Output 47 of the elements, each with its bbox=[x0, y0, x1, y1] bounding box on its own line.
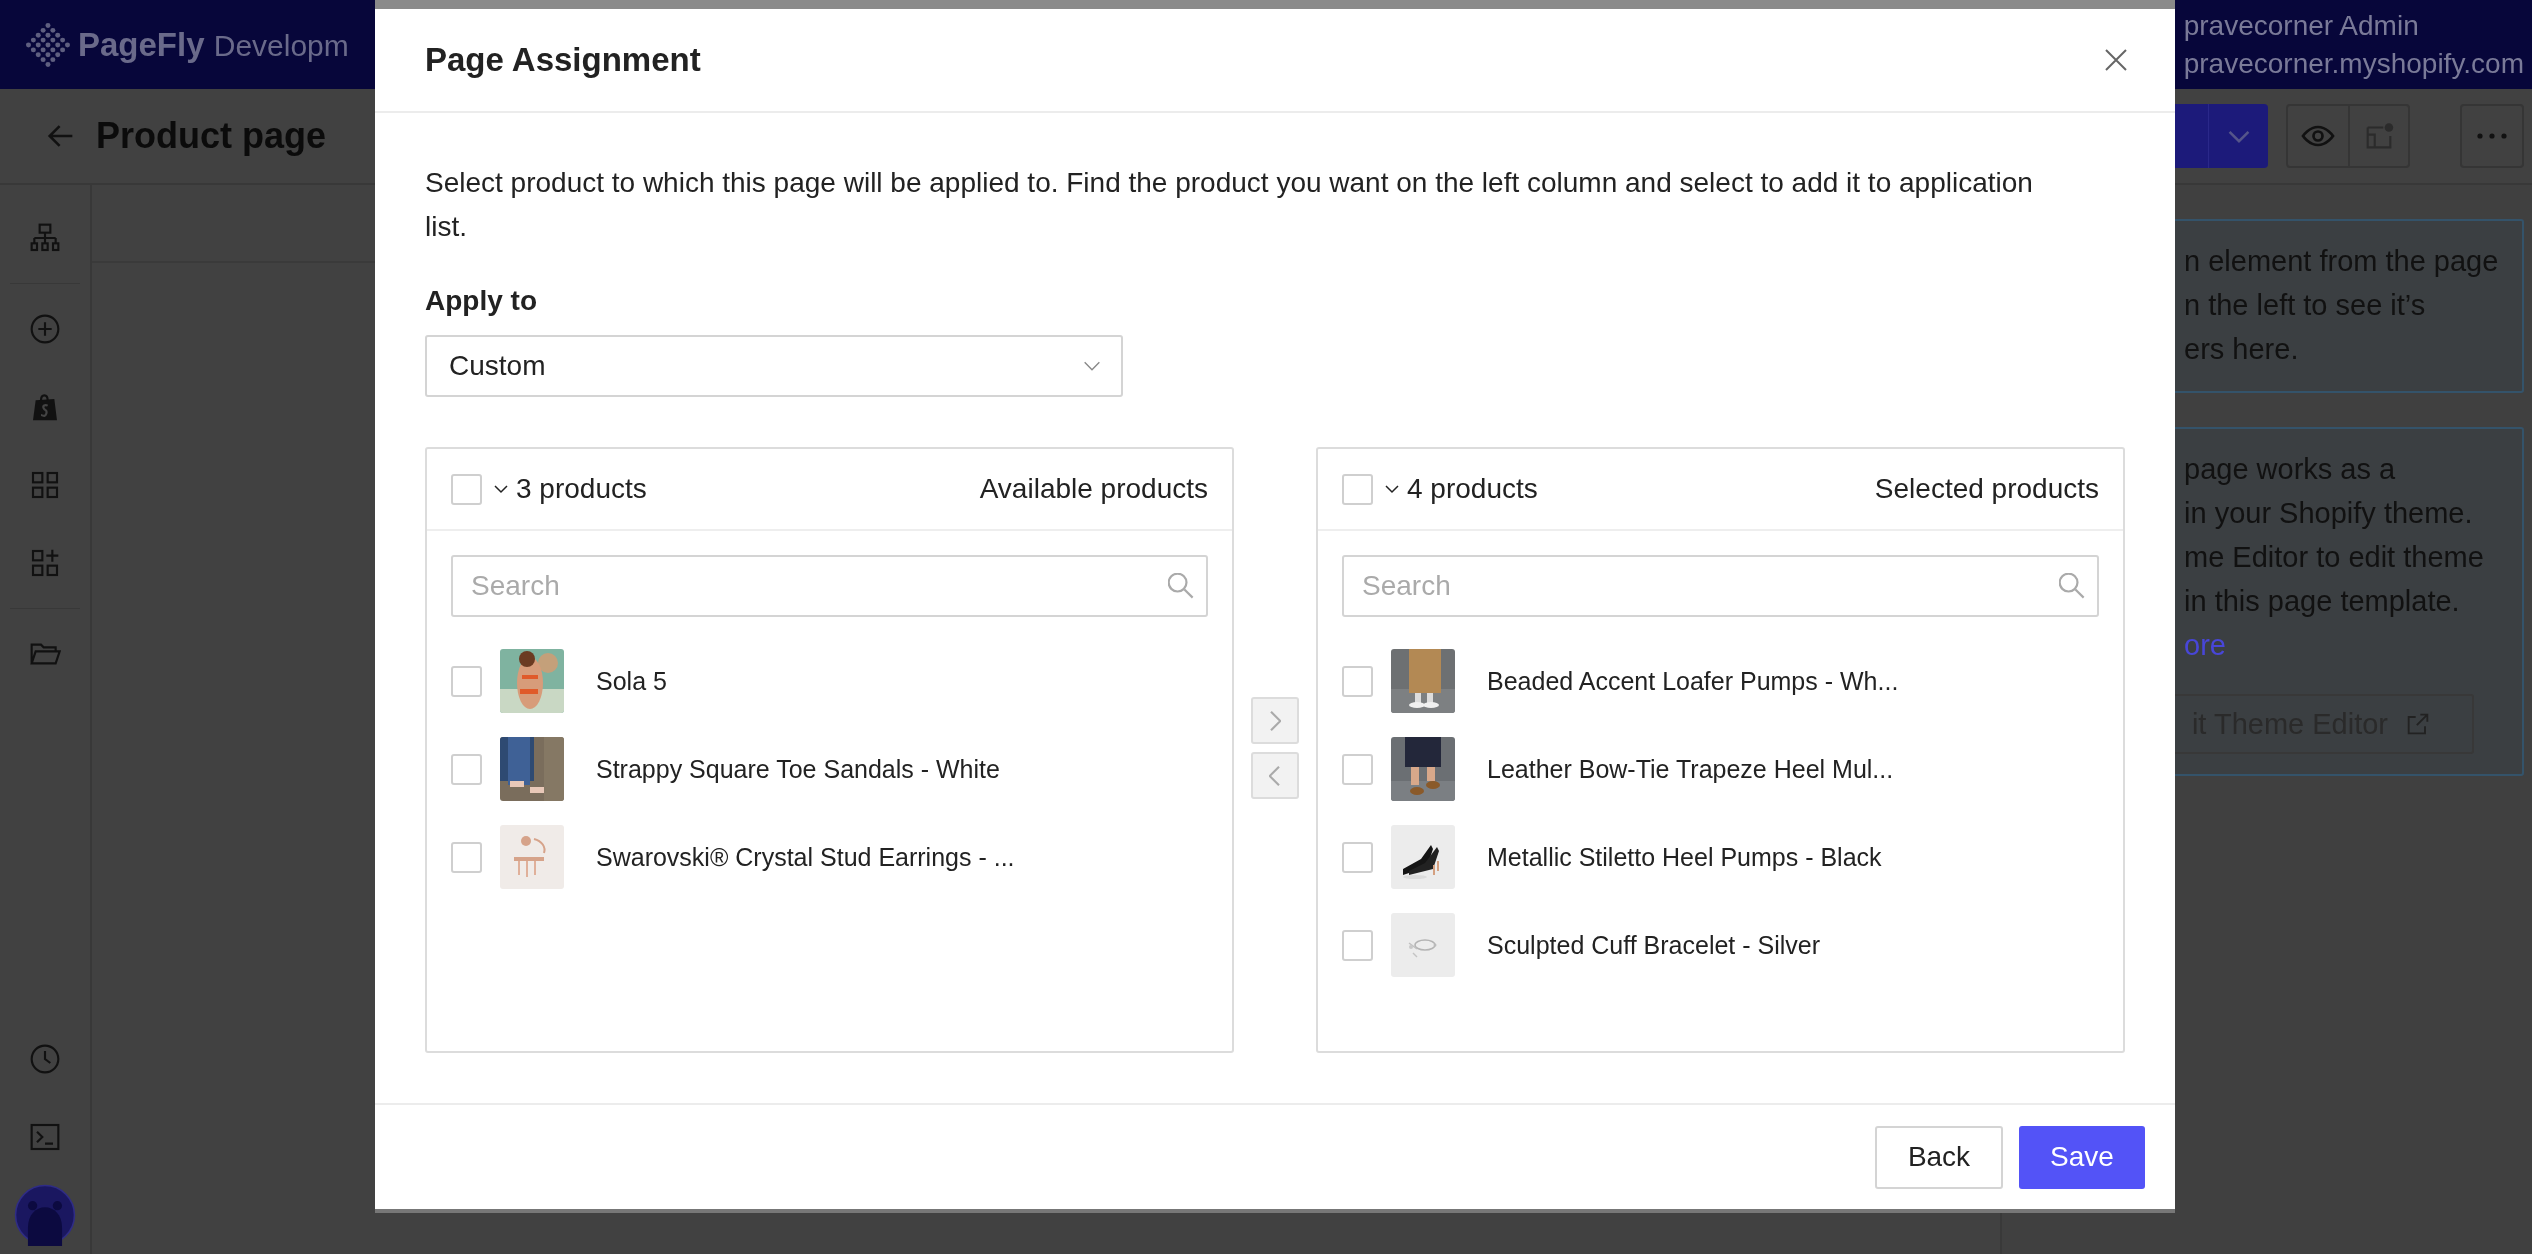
account-name: pravecorner Admin bbox=[2183, 8, 2420, 43]
list-title: Selected products bbox=[1874, 473, 2099, 505]
product-name: Swarovski® Crystal Stud Earrings - ... bbox=[596, 842, 1015, 872]
account-domain: pravecorner.myshopify.com bbox=[2183, 46, 2524, 81]
checkbox[interactable] bbox=[451, 665, 482, 697]
product-name: Strappy Square Toe Sandals - White bbox=[596, 754, 1000, 784]
search-icon bbox=[2059, 573, 2085, 599]
clock-icon bbox=[29, 1043, 61, 1075]
description-text: Select product to which this page will be applied to. Find the product you want on the left column and select to add it to application list. bbox=[425, 166, 2034, 244]
add-icon bbox=[29, 313, 61, 345]
product-name: Leather Bow-Tie Trapeze Heel Mul... bbox=[1487, 754, 1894, 784]
more-icon bbox=[2475, 131, 2509, 141]
dialog-title: Page Assignment bbox=[425, 41, 701, 79]
caret-icon bbox=[2227, 129, 2250, 143]
count-dropdown[interactable]: 3 products bbox=[492, 473, 647, 505]
product-name: Beaded Accent Loafer Pumps - Wh... bbox=[1487, 666, 1899, 696]
back-button[interactable]: Back bbox=[1875, 1125, 2003, 1189]
chevron-right-icon bbox=[1269, 709, 1281, 732]
checkbox[interactable] bbox=[451, 753, 482, 785]
sitemap-icon bbox=[29, 222, 61, 254]
product-name: Metallic Stiletto Heel Pumps - Black bbox=[1487, 842, 1882, 872]
logo-text: PageFly Developm bbox=[78, 25, 349, 64]
search-icon bbox=[1168, 573, 1194, 599]
product-name: Sculpted Cuff Bracelet - Silver bbox=[1487, 930, 1821, 960]
avatar-icon[interactable] bbox=[14, 1184, 76, 1246]
checkbox[interactable] bbox=[1342, 473, 1373, 505]
search-field[interactable]: Search bbox=[1342, 555, 2099, 617]
checkbox[interactable] bbox=[451, 473, 482, 505]
search-field[interactable]: Search bbox=[451, 555, 1208, 617]
apply-to-dropdown[interactable]: Custom bbox=[425, 335, 1123, 397]
checkbox[interactable] bbox=[451, 841, 482, 873]
count-dropdown[interactable]: 4 products bbox=[1383, 473, 1538, 505]
checkbox[interactable] bbox=[1342, 841, 1373, 873]
checkbox[interactable] bbox=[1342, 665, 1373, 697]
checkbox[interactable] bbox=[1342, 929, 1373, 961]
terminal-icon bbox=[29, 1121, 61, 1153]
dropdown-button[interactable] bbox=[2208, 104, 2268, 168]
grid-add-icon bbox=[29, 547, 61, 579]
more-button[interactable] bbox=[2460, 104, 2524, 168]
chevron-left-icon bbox=[1269, 764, 1281, 787]
field-label: Apply to bbox=[425, 285, 538, 317]
checkbox[interactable] bbox=[1342, 753, 1373, 785]
save-button[interactable]: Save bbox=[2019, 1125, 2145, 1189]
product-name: Sola 5 bbox=[596, 666, 667, 696]
grid-icon bbox=[29, 469, 61, 501]
logo-icon bbox=[26, 22, 70, 67]
list-title: Available products bbox=[979, 473, 1208, 505]
